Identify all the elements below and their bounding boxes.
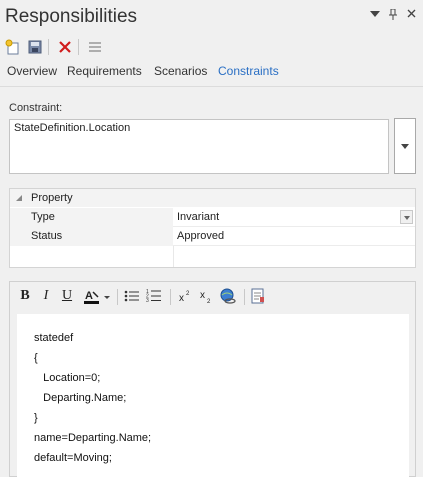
property-value-status[interactable]: Approved xyxy=(173,227,415,246)
collapse-icon[interactable] xyxy=(16,195,22,201)
code-line: name=Departing.Name; xyxy=(34,432,152,444)
toolbar-separator xyxy=(244,289,245,305)
svg-text:2: 2 xyxy=(207,299,211,304)
toolbar-separator xyxy=(117,289,118,305)
document-icon[interactable] xyxy=(250,288,266,306)
svg-text:2: 2 xyxy=(186,291,190,297)
code-line: statedef xyxy=(34,332,74,344)
code-line: Departing.Name; xyxy=(34,392,127,404)
code-line: { xyxy=(34,352,38,364)
editor-toolbar: B I U A 123 x2 x2 xyxy=(10,282,415,312)
property-name: Status xyxy=(28,227,173,246)
title-bar: Responsibilities xyxy=(0,0,423,36)
tab-strip: Overview Requirements Scenarios Constrai… xyxy=(0,62,423,86)
new-icon[interactable] xyxy=(4,38,22,56)
property-header-label: Property xyxy=(31,192,73,204)
bold-icon[interactable]: B xyxy=(18,288,32,306)
hyperlink-icon[interactable] xyxy=(219,288,237,306)
numbered-list-icon[interactable]: 123 xyxy=(146,288,162,306)
svg-text:x: x xyxy=(200,290,205,301)
property-header[interactable]: Property xyxy=(10,189,415,207)
tab-scenarios[interactable]: Scenarios xyxy=(154,64,207,78)
close-icon[interactable] xyxy=(405,9,417,21)
column-separator xyxy=(173,246,174,267)
notes-editor: B I U A 123 x2 x2 statedef { Location=0; xyxy=(9,281,416,477)
code-line: Location=0; xyxy=(34,372,101,384)
property-grid: Property Type Invariant Status Approved xyxy=(9,188,416,268)
tab-overview[interactable]: Overview xyxy=(7,64,57,78)
row-gutter xyxy=(10,208,28,227)
font-color-icon[interactable]: A xyxy=(82,288,112,306)
window-title: Responsibilities xyxy=(5,6,138,27)
svg-text:A: A xyxy=(85,290,93,302)
toolbar-separator xyxy=(78,39,79,55)
chevron-down-icon xyxy=(401,144,409,149)
delete-icon[interactable] xyxy=(56,38,74,56)
bullet-list-icon[interactable] xyxy=(124,288,140,306)
editor-body[interactable]: statedef { Location=0; Departing.Name; }… xyxy=(17,314,409,477)
constraint-dropdown-button[interactable] xyxy=(394,118,416,174)
menu-arrow-icon[interactable] xyxy=(369,9,381,21)
property-name: Type xyxy=(28,208,173,227)
underline-icon[interactable]: U xyxy=(60,288,74,306)
property-empty-row xyxy=(10,246,415,267)
tab-requirements[interactable]: Requirements xyxy=(67,64,142,78)
tab-constraints[interactable]: Constraints xyxy=(218,64,279,78)
code-line: } xyxy=(34,412,38,424)
toolbar xyxy=(0,36,423,58)
constraint-label: Constraint: xyxy=(9,102,63,114)
tab-divider xyxy=(0,86,423,87)
save-icon[interactable] xyxy=(26,38,44,56)
toolbar-separator xyxy=(48,39,49,55)
property-value-type[interactable]: Invariant xyxy=(173,208,415,227)
property-row-type: Type Invariant xyxy=(10,208,415,227)
code-line: default=Moving; xyxy=(34,452,112,464)
property-row-status: Status Approved xyxy=(10,227,415,246)
chevron-down-icon[interactable] xyxy=(400,210,413,224)
pin-icon[interactable] xyxy=(387,8,399,23)
toolbar-separator xyxy=(170,289,171,305)
subscript-icon[interactable]: x2 xyxy=(199,288,215,306)
svg-text:3: 3 xyxy=(146,298,149,304)
row-gutter xyxy=(10,227,28,246)
constraint-value: StateDefinition.Location xyxy=(14,122,131,134)
property-value: Invariant xyxy=(177,211,220,223)
superscript-icon[interactable]: x2 xyxy=(178,288,194,306)
list-icon[interactable] xyxy=(86,38,104,56)
svg-text:x: x xyxy=(179,293,184,304)
constraint-field[interactable]: StateDefinition.Location xyxy=(9,119,389,174)
italic-icon[interactable]: I xyxy=(39,288,53,306)
property-value: Approved xyxy=(177,230,225,242)
